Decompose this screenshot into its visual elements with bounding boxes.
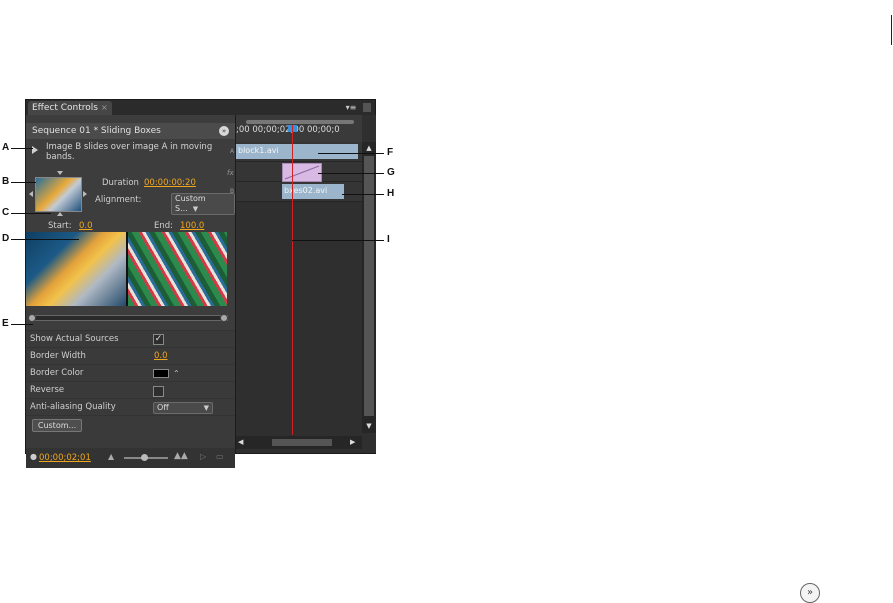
end-value[interactable]: 100.0 xyxy=(180,221,204,231)
time-ruler[interactable]: ;00 00;00;02;00 00;00;0 xyxy=(236,115,362,142)
show-hide-timeline-icon[interactable]: » xyxy=(219,126,229,136)
panel-menu-icon[interactable]: ▾≡ xyxy=(344,103,358,112)
track-label-fx: fx xyxy=(227,169,234,177)
property-row-reverse: Reverse xyxy=(26,381,235,399)
edge-selector-right-icon[interactable] xyxy=(83,191,87,197)
horizontal-scrollbar[interactable]: ◀ ▶ xyxy=(236,436,362,449)
edge-selector-bottom-icon[interactable] xyxy=(57,212,63,216)
sequence-header: Sequence 01 * Sliding Boxes » xyxy=(26,123,235,139)
callout-c-line xyxy=(11,213,51,214)
callout-b: B xyxy=(2,176,10,187)
panel-tab-bar: Effect Controls × ▾≡ xyxy=(26,100,375,115)
chevron-down-icon: ▼ xyxy=(192,205,199,213)
scroll-down-icon[interactable]: ▼ xyxy=(362,422,376,430)
timeline-pane: ;00 00;00;02;00 00;00;0 block1.avi bxes0… xyxy=(235,115,376,453)
keyframe-dot-icon: ● xyxy=(30,452,37,461)
callout-i-line xyxy=(292,240,384,241)
current-time-value[interactable]: 00;00;02;01 xyxy=(39,453,91,463)
border-color-swatch[interactable] xyxy=(153,369,169,378)
show-actual-sources-checkbox[interactable]: ✓ xyxy=(153,334,164,345)
alignment-label: Alignment: xyxy=(95,195,142,205)
callout-h-line xyxy=(342,194,384,195)
scroll-up-icon[interactable]: ▲ xyxy=(362,144,376,152)
callout-g-line xyxy=(318,173,384,174)
end-label: End: xyxy=(154,221,174,231)
end-preview-image xyxy=(128,232,227,306)
property-row-border-color: Border Color ⌃ xyxy=(26,364,235,382)
anti-aliasing-dropdown[interactable]: Off ▼ xyxy=(153,402,213,414)
edge-selector-left-icon[interactable] xyxy=(29,191,33,197)
sequence-title: Sequence 01 * Sliding Boxes xyxy=(32,126,161,136)
eyedropper-icon[interactable]: ⌃ xyxy=(173,365,180,382)
callout-a: A xyxy=(2,142,10,153)
callout-h: H xyxy=(387,188,395,199)
page-edge-rule xyxy=(891,15,892,45)
property-row-border-width: Border Width 0.0 xyxy=(26,347,235,365)
scroll-right-icon[interactable]: ▶ xyxy=(350,438,355,446)
zoom-in-icon[interactable]: ▲▲ xyxy=(174,451,188,461)
callout-b-line xyxy=(11,182,36,183)
custom-button[interactable]: Custom... xyxy=(32,419,82,432)
start-slider-knob[interactable] xyxy=(28,314,36,322)
scroll-left-icon[interactable]: ◀ xyxy=(238,438,243,446)
border-width-value[interactable]: 0.0 xyxy=(154,348,168,365)
transition-thumbnail xyxy=(35,177,82,212)
track-a: block1.avi xyxy=(236,142,362,162)
transition-block[interactable] xyxy=(282,163,322,182)
callout-a-line xyxy=(11,148,33,149)
property-label: Anti-aliasing Quality xyxy=(30,402,116,412)
track-label-a: A xyxy=(230,148,235,155)
panel-minimize-button[interactable] xyxy=(363,103,371,112)
alignment-value: Custom S... xyxy=(175,194,206,213)
play-icon[interactable]: ▷ xyxy=(200,452,206,461)
property-row-anti-aliasing: Anti-aliasing Quality Off ▼ xyxy=(26,398,235,416)
panel-footer: ● 00;00;02;01 ▲ ▲▲ ▷ ▭ xyxy=(26,448,235,468)
playhead-line[interactable] xyxy=(292,125,293,435)
property-label: Border Width xyxy=(30,351,86,361)
next-page-icon[interactable]: » xyxy=(800,583,820,603)
callout-e-line xyxy=(11,324,33,325)
property-row-show-actual-sources: Show Actual Sources ✓ xyxy=(26,330,235,348)
tab-effect-controls[interactable]: Effect Controls × xyxy=(28,101,112,115)
edge-selector-top-icon[interactable] xyxy=(57,171,63,175)
start-preview-image xyxy=(26,232,126,306)
end-slider-knob[interactable] xyxy=(220,314,228,322)
property-label: Reverse xyxy=(30,385,65,395)
zoom-out-icon[interactable]: ▲ xyxy=(108,452,114,461)
start-label: Start: xyxy=(48,221,72,231)
track-b: bxes02.avi xyxy=(236,182,362,202)
callout-d-line xyxy=(11,239,79,240)
timeline-zoom-bar[interactable] xyxy=(246,120,354,124)
chevron-down-icon: ▼ xyxy=(203,404,209,412)
alignment-dropdown[interactable]: Custom S... ▼ xyxy=(171,193,235,215)
property-label: Show Actual Sources xyxy=(30,334,119,344)
transition-diagonal-icon xyxy=(284,165,320,180)
zoom-slider-knob[interactable] xyxy=(141,454,148,461)
callout-i: I xyxy=(387,234,390,245)
callout-c: C xyxy=(2,207,10,218)
effect-settings-pane: Sequence 01 * Sliding Boxes » Image B sl… xyxy=(26,115,235,468)
start-value[interactable]: 0.0 xyxy=(79,221,93,231)
vertical-scrollbar[interactable]: ▲ ▼ xyxy=(362,142,376,433)
anti-aliasing-value: Off xyxy=(157,403,169,412)
duration-label: Duration xyxy=(102,178,139,188)
callout-f: F xyxy=(387,147,394,158)
vertical-scroll-thumb[interactable] xyxy=(364,156,374,416)
loop-icon[interactable]: ▭ xyxy=(216,452,224,461)
preview-slider-track[interactable] xyxy=(30,315,228,321)
tab-close-icon[interactable]: × xyxy=(101,103,108,112)
track-label-b: B xyxy=(230,188,235,195)
tab-label: Effect Controls xyxy=(32,103,98,113)
property-label: Border Color xyxy=(30,368,84,378)
effect-description: Image B slides over image A in moving ba… xyxy=(46,142,213,162)
clip-block1[interactable]: block1.avi xyxy=(236,144,358,159)
duration-value[interactable]: 00:00:00:20 xyxy=(144,178,196,188)
callout-d: D xyxy=(2,233,10,244)
callout-g: G xyxy=(387,167,395,178)
horizontal-scroll-thumb[interactable] xyxy=(272,439,332,446)
callout-e: E xyxy=(2,318,9,329)
callout-f-line xyxy=(318,153,384,154)
reverse-checkbox[interactable] xyxy=(153,386,164,397)
